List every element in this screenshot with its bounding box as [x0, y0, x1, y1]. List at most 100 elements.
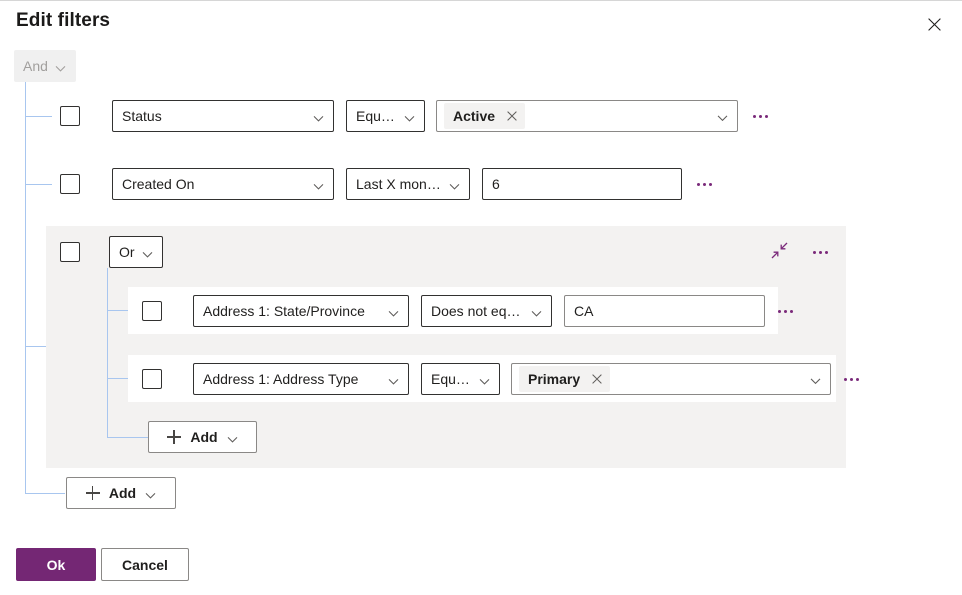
root-operator-label: And — [23, 58, 48, 74]
field-dropdown[interactable]: Address 1: Address Type — [193, 363, 409, 395]
plus-icon — [85, 486, 100, 500]
tree-line-nested-vertical — [107, 268, 108, 438]
field-label: Status — [122, 108, 162, 124]
chevron-down-icon — [313, 179, 324, 190]
root-add-button[interactable]: Add — [66, 477, 176, 509]
more-options-icon — [764, 114, 768, 118]
tree-line-nested-add — [107, 437, 148, 438]
chevron-down-icon — [55, 61, 66, 72]
add-label: Add — [108, 485, 137, 501]
row-overflow-menu-button[interactable] — [690, 170, 718, 198]
close-icon[interactable] — [505, 109, 519, 123]
tree-line-nested-row-1 — [107, 310, 128, 311]
add-label: Add — [190, 429, 218, 445]
more-options-icon — [752, 114, 756, 118]
nested-group-add-button[interactable]: Add — [148, 421, 257, 453]
filter-row: Address 1: Address Type Equals Primary — [142, 362, 865, 396]
field-label: Address 1: Address Type — [203, 371, 359, 387]
cancel-button[interactable]: Cancel — [101, 548, 189, 581]
filter-row: Address 1: State/Province Does not equal… — [142, 294, 799, 328]
nested-group-header: Or — [60, 236, 163, 268]
dialog-header: Edit filters — [0, 0, 962, 46]
chevron-down-icon — [388, 306, 399, 317]
group-checkbox[interactable] — [60, 242, 80, 262]
tree-line-root-vertical — [25, 80, 26, 493]
operator-dropdown[interactable]: Equals — [346, 100, 425, 132]
chevron-down-icon — [404, 111, 415, 122]
tree-line-row-1 — [25, 116, 52, 117]
more-options-icon — [696, 182, 700, 186]
tree-line-root-add — [25, 493, 65, 494]
field-dropdown[interactable]: Created On — [112, 168, 334, 200]
more-options-icon — [855, 377, 859, 381]
more-options-icon — [824, 250, 828, 254]
row-checkbox[interactable] — [60, 106, 80, 126]
more-options-icon — [843, 377, 847, 381]
value-input[interactable]: 6 — [482, 168, 682, 200]
operator-label: Last X months — [356, 176, 443, 192]
operator-dropdown[interactable]: Last X months — [346, 168, 470, 200]
chevron-down-icon — [449, 179, 460, 190]
nested-group-operator-label: Or — [119, 244, 135, 260]
field-dropdown[interactable]: Address 1: State/Province — [193, 295, 409, 327]
chevron-down-icon — [388, 374, 399, 385]
tree-line-group — [25, 346, 47, 347]
close-icon — [927, 17, 941, 31]
more-options-icon — [758, 114, 762, 118]
chevron-down-icon — [717, 111, 728, 122]
field-label: Created On — [122, 176, 195, 192]
more-options-icon — [783, 309, 787, 313]
value-multiselect[interactable]: Primary — [511, 363, 831, 395]
more-options-icon — [789, 309, 793, 313]
nested-group-overflow-menu-button[interactable] — [806, 238, 834, 266]
filter-row: Status Equals Active — [60, 99, 774, 133]
chevron-down-icon — [479, 374, 490, 385]
value-tag-label: Primary — [528, 371, 581, 387]
tree-line-nested-row-2 — [107, 378, 128, 379]
chevron-down-icon — [531, 306, 542, 317]
row-checkbox[interactable] — [142, 301, 162, 321]
more-options-icon — [818, 250, 822, 254]
more-options-icon — [777, 309, 781, 313]
row-overflow-menu-button[interactable] — [746, 102, 774, 130]
value-text: 6 — [492, 176, 500, 192]
more-options-icon — [702, 182, 706, 186]
operator-label: Equals — [431, 371, 473, 387]
row-checkbox[interactable] — [60, 174, 80, 194]
ok-button[interactable]: Ok — [16, 548, 96, 581]
chevron-down-icon — [142, 247, 153, 258]
root-operator-dropdown[interactable]: And — [14, 50, 76, 82]
dialog-footer: Ok Cancel — [0, 548, 962, 595]
operator-dropdown[interactable]: Does not equal — [421, 295, 552, 327]
close-icon[interactable] — [590, 372, 604, 386]
value-tag-label: Active — [453, 108, 496, 124]
operator-label: Equals — [356, 108, 398, 124]
value-tag: Primary — [519, 366, 611, 392]
filter-builder: And Status Equals Active Created On Last… — [0, 46, 962, 536]
row-overflow-menu-button[interactable] — [837, 365, 865, 393]
value-text: CA — [574, 303, 594, 319]
chevron-down-icon — [810, 374, 821, 385]
more-options-icon — [812, 250, 816, 254]
nested-group-collapse-button[interactable] — [765, 238, 793, 266]
more-options-icon — [849, 377, 853, 381]
nested-group-operator-dropdown[interactable]: Or — [109, 236, 163, 268]
value-tag: Active — [444, 103, 526, 129]
more-options-icon — [708, 182, 712, 186]
value-multiselect[interactable]: Active — [436, 100, 738, 132]
close-button[interactable] — [918, 8, 950, 40]
row-overflow-menu-button[interactable] — [771, 297, 799, 325]
tree-line-row-2 — [25, 184, 52, 185]
page-title: Edit filters — [16, 10, 111, 31]
field-label: Address 1: State/Province — [203, 303, 365, 319]
operator-dropdown[interactable]: Equals — [421, 363, 500, 395]
operator-label: Does not equal — [431, 303, 525, 319]
chevron-down-icon — [227, 432, 238, 443]
chevron-down-icon — [145, 488, 156, 499]
value-input[interactable]: CA — [564, 295, 765, 327]
row-checkbox[interactable] — [142, 369, 162, 389]
filter-row: Created On Last X months 6 — [60, 167, 718, 201]
field-dropdown[interactable]: Status — [112, 100, 334, 132]
plus-icon — [167, 430, 182, 444]
chevron-down-icon — [313, 111, 324, 122]
